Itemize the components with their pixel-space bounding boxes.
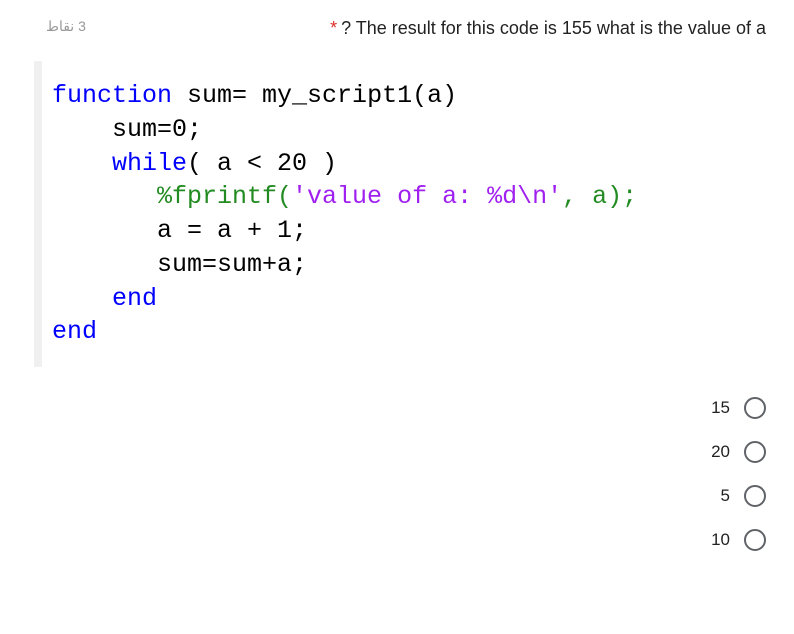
radio-button[interactable] — [744, 485, 766, 507]
points-label: 3 نقاط — [46, 18, 86, 35]
answer-options: 15 20 5 10 — [0, 397, 794, 551]
code-text: ( a < 20 ) — [187, 149, 337, 178]
question-text: *? The result for this code is 155 what … — [330, 18, 766, 39]
option-row[interactable]: 20 — [0, 441, 766, 463]
keyword-function: function — [52, 81, 172, 110]
code-text — [52, 149, 112, 178]
option-label: 10 — [711, 530, 730, 550]
required-asterisk: * — [330, 18, 337, 38]
keyword-while: while — [112, 149, 187, 178]
radio-button[interactable] — [744, 441, 766, 463]
option-label: 15 — [711, 398, 730, 418]
option-row[interactable]: 5 — [0, 485, 766, 507]
code-text: sum= my_script1(a) — [172, 81, 457, 110]
code-comment: %fprintf( — [52, 182, 292, 211]
code-comment: , a); — [562, 182, 637, 211]
keyword-end: end — [112, 284, 157, 313]
radio-button[interactable] — [744, 397, 766, 419]
code-text: sum=0; — [52, 115, 202, 144]
option-row[interactable]: 10 — [0, 529, 766, 551]
option-label: 5 — [721, 486, 730, 506]
code-text: a = a + 1; — [52, 216, 307, 245]
code-block: function sum= my_script1(a) sum=0; while… — [52, 79, 744, 349]
code-text — [52, 284, 112, 313]
radio-button[interactable] — [744, 529, 766, 551]
code-string: 'value of a: %d\n' — [292, 182, 562, 211]
code-text: sum=sum+a; — [52, 250, 307, 279]
question-content: ? The result for this code is 155 what i… — [341, 18, 766, 38]
option-row[interactable]: 15 — [0, 397, 766, 419]
option-label: 20 — [711, 442, 730, 462]
keyword-end: end — [52, 317, 97, 346]
question-header: 3 نقاط *? The result for this code is 15… — [0, 0, 794, 49]
code-container: function sum= my_script1(a) sum=0; while… — [34, 61, 754, 367]
code-left-border — [34, 61, 42, 367]
